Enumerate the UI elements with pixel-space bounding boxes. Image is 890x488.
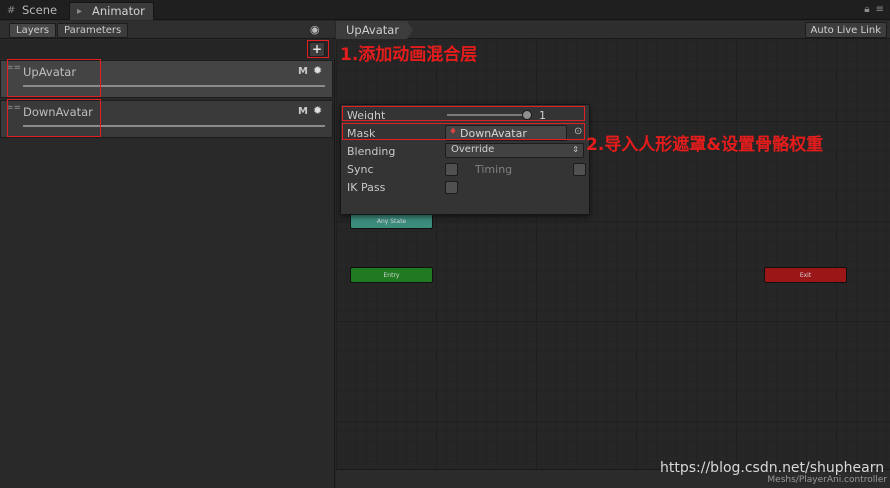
sync-row: Sync Timing	[341, 160, 591, 178]
lock-icon[interactable]: 🔒︎	[864, 4, 869, 15]
annotation-box-add	[307, 40, 329, 58]
tab-animator-label: Animator	[92, 4, 145, 18]
ikpass-checkbox[interactable]	[445, 181, 458, 194]
ikpass-row: IK Pass	[341, 178, 591, 196]
blending-label: Blending	[347, 145, 396, 158]
controller-path: Meshs/PlayerAni.controller	[767, 475, 887, 485]
state-any-state[interactable]: Any State	[350, 213, 433, 229]
annotation-step-1: 1.添加动画混合层	[340, 45, 478, 65]
annotation-box-weight	[342, 106, 585, 121]
eye-icon[interactable]: ◉	[310, 24, 322, 36]
tab-layers[interactable]: Layers	[9, 23, 57, 38]
gear-icon[interactable]: ✹	[313, 64, 322, 77]
state-entry[interactable]: Entry	[350, 267, 433, 283]
tab-parameters[interactable]: Parameters	[57, 23, 129, 38]
annotation-step-2: 2.导入人形遮罩&设置骨骼权重	[586, 135, 824, 155]
timing-label: Timing	[475, 163, 513, 176]
chevron-updown-icon: ⇕	[572, 145, 579, 154]
watermark: https://blog.csdn.net/shuphearn	[660, 460, 885, 476]
tab-animator[interactable]: ▸ Animator	[69, 2, 154, 20]
tab-scene-label: Scene	[22, 3, 58, 17]
graph-header: UpAvatar Auto Live Link	[336, 21, 890, 39]
hash-icon: #	[7, 5, 16, 16]
blending-row: Blending Override ⇕	[341, 142, 591, 160]
annotation-box-upavatar	[7, 59, 101, 97]
layer-mask-indicator: M	[298, 66, 308, 77]
add-layer-row: +	[0, 40, 335, 59]
animator-icon: ▸	[77, 6, 83, 17]
menu-icon[interactable]: ≡	[876, 4, 884, 15]
layer-mask-indicator: M	[298, 106, 308, 117]
annotation-box-downavatar	[7, 99, 101, 137]
blending-value: Override	[451, 144, 495, 155]
sync-checkbox[interactable]	[445, 163, 458, 176]
auto-live-link-button[interactable]: Auto Live Link	[804, 22, 887, 38]
state-exit[interactable]: Exit	[764, 267, 847, 283]
sync-label: Sync	[347, 163, 374, 176]
timing-checkbox[interactable]	[573, 163, 586, 176]
ikpass-label: IK Pass	[347, 181, 386, 194]
gear-icon[interactable]: ✹	[313, 104, 322, 117]
editor-tab-strip: # Scene ▸ Animator 🔒︎ ≡	[0, 0, 890, 20]
tab-tools: 🔒︎ ≡	[858, 4, 884, 15]
tab-scene[interactable]: # Scene	[0, 2, 65, 20]
animator-graph[interactable]: UpAvatar Auto Live Link Any State Entry …	[336, 21, 890, 488]
panel-subtabs: Layers Parameters ◉	[0, 21, 335, 39]
annotation-box-mask	[342, 123, 585, 140]
breadcrumb[interactable]: UpAvatar	[336, 21, 414, 39]
blending-dropdown[interactable]: Override ⇕	[445, 143, 584, 158]
